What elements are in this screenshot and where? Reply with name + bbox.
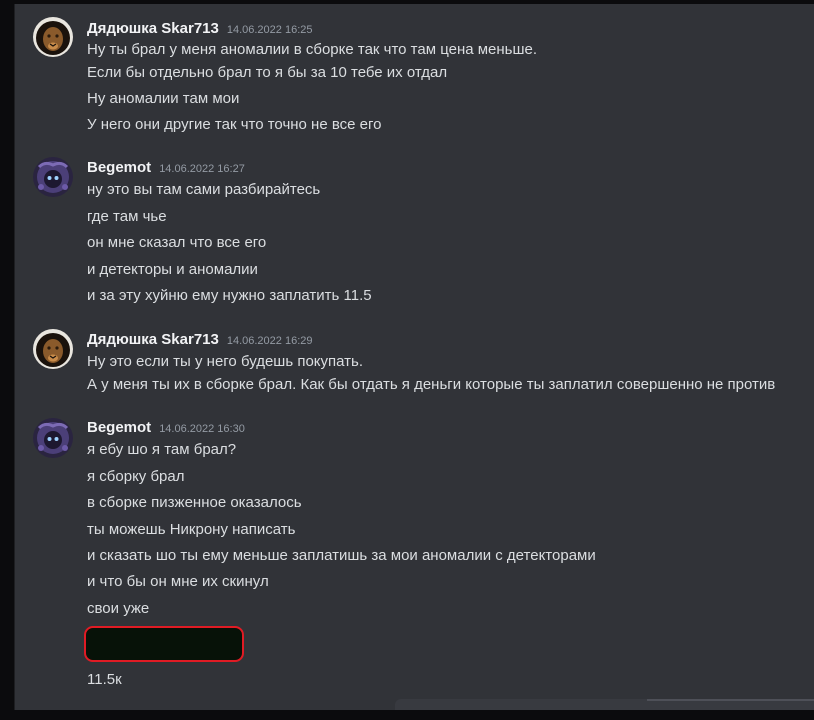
message-line: ты можешь Никрону написать: [87, 521, 296, 538]
message-line: и за эту хуйню ему нужно заплатить 11.5: [87, 287, 372, 304]
message-line: Ну аномалии там мои: [87, 90, 240, 107]
message-line: где там чье: [87, 208, 167, 225]
message-line: я ебу шо я там брал?: [87, 441, 237, 458]
scroll-indicator: [647, 699, 814, 701]
lion-avatar-icon[interactable]: [33, 329, 73, 369]
message-line: Ну это если ты у него будешь покупать.: [87, 353, 363, 370]
message-header: Begemot 14.06.2022 16:30: [87, 419, 245, 439]
message-line: я сборку брал: [87, 468, 185, 485]
screenshot-frame: Дядюшка Skar713 14.06.2022 16:25 Ну ты б…: [0, 0, 814, 720]
character-avatar-icon[interactable]: [33, 157, 73, 197]
message-line: и сказать шо ты ему меньше заплатишь за …: [87, 547, 596, 564]
timestamp: 14.06.2022 16:27: [159, 163, 245, 175]
message-line: он мне сказал что все его: [87, 234, 267, 251]
timestamp: 14.06.2022 16:29: [226, 335, 313, 347]
message-header: Begemot 14.06.2022 16:27: [87, 159, 245, 179]
lion-avatar-icon[interactable]: [33, 17, 73, 57]
message-line: и детекторы и аномалии: [87, 261, 258, 278]
message-line: в сборке пизженное оказалось: [87, 494, 302, 511]
redacted-content-box: [84, 626, 244, 662]
username[interactable]: Begemot: [87, 159, 151, 176]
message-line: Если бы отдельно брал то я бы за 10 тебе…: [87, 64, 448, 81]
message-line: Ну ты брал у меня аномалии в сборке так …: [87, 41, 538, 58]
username[interactable]: Дядюшка Skar713: [87, 331, 219, 348]
username[interactable]: Дядюшка Skar713: [87, 20, 219, 37]
chat-message-list[interactable]: Дядюшка Skar713 14.06.2022 16:25 Ну ты б…: [14, 4, 814, 710]
message-line: У него они другие так что точно не все е…: [87, 116, 382, 133]
character-avatar-icon[interactable]: [33, 418, 73, 458]
message-line: ну это вы там сами разбирайтесь: [87, 181, 321, 198]
username[interactable]: Begemot: [87, 419, 151, 436]
message-line: и что бы он мне их скинул: [87, 573, 269, 590]
message-header: Дядюшка Skar713 14.06.2022 16:25: [87, 20, 312, 40]
message-header: Дядюшка Skar713 14.06.2022 16:29: [87, 331, 312, 351]
message-line: А у меня ты их в сборке брал. Как бы отд…: [87, 376, 776, 393]
message-line: свои уже: [87, 600, 150, 617]
message-line: 11.5к: [87, 671, 122, 688]
timestamp: 14.06.2022 16:30: [159, 423, 245, 435]
timestamp: 14.06.2022 16:25: [226, 24, 313, 36]
